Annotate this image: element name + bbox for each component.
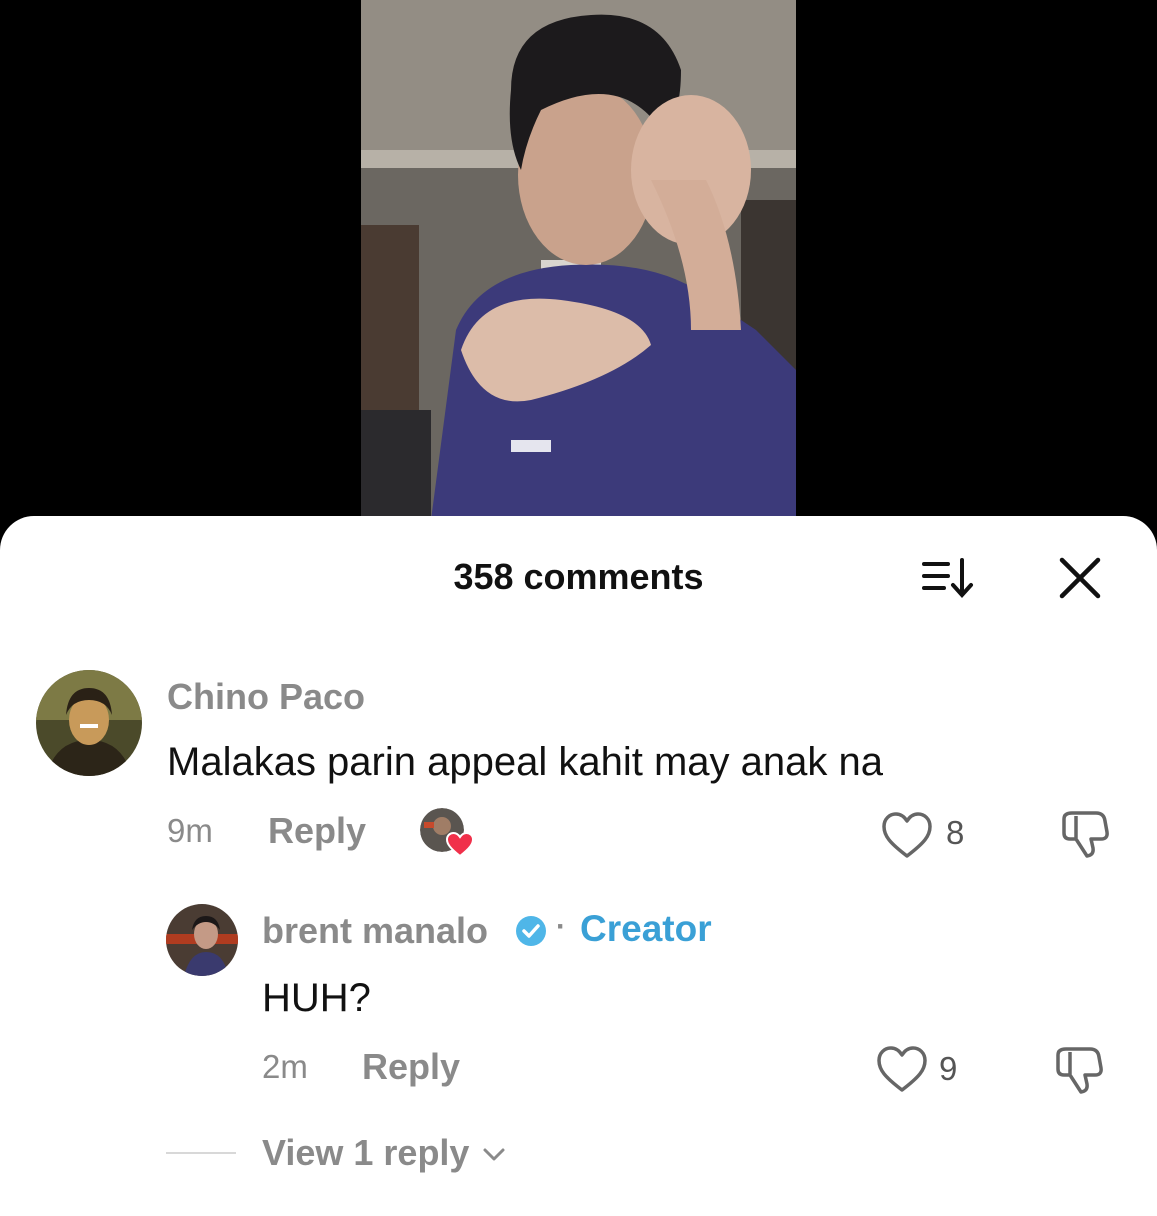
video-area[interactable] [0,0,1157,560]
avatar[interactable] [36,670,142,776]
like-count: 9 [939,1050,958,1087]
creator-badge: Creator [580,908,712,949]
avatar[interactable] [166,904,238,976]
comment-text: Malakas parin appeal kahit may anak na [167,740,883,784]
comment-time: 9m [167,812,213,849]
reply-time: 2m [262,1048,308,1085]
reply-text: HUH? [262,976,371,1020]
chevron-down-icon [483,1148,505,1161]
divider [166,1152,236,1154]
like-count: 8 [946,814,965,851]
video-illustration [361,0,796,520]
reply-button[interactable]: Reply [362,1046,460,1088]
like-icon[interactable] [880,810,934,860]
close-icon[interactable] [1054,552,1106,604]
separator-dot: · [556,910,566,943]
view-replies-button[interactable]: View 1 reply [262,1132,507,1174]
reply-button[interactable]: Reply [268,810,366,852]
comment-author[interactable]: Chino Paco [167,676,365,718]
comments-count-title: 358 comments [453,556,704,597]
comments-panel: 358 comments Chino Paco Malakas parin ap… [0,516,1157,1216]
verified-icon [516,916,546,946]
video-frame[interactable] [361,0,796,520]
sort-icon[interactable] [918,554,978,602]
reply-author[interactable]: brent manalo [262,910,488,952]
view-replies-label: View 1 reply [262,1132,470,1173]
like-icon[interactable] [875,1044,929,1094]
dislike-icon[interactable] [1058,808,1112,860]
dislike-icon[interactable] [1052,1044,1106,1096]
heart-icon [446,832,474,858]
